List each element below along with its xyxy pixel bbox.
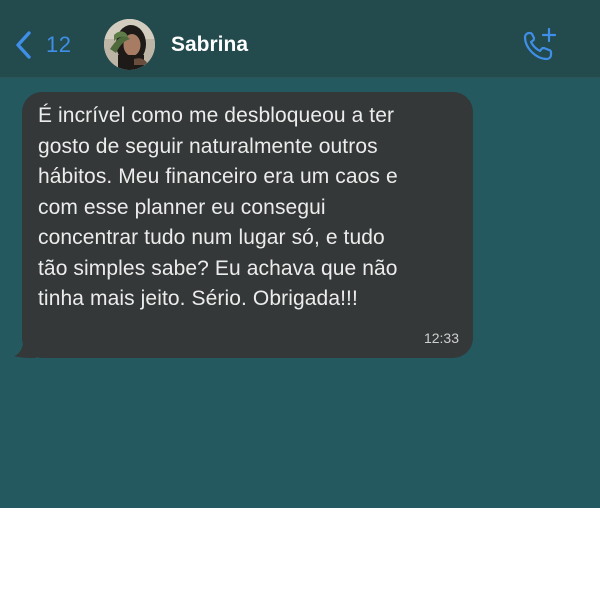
chat-screen: 12 Sabrina É incrível como me desbloqueo… (0, 0, 600, 508)
chevron-left-icon (16, 31, 31, 59)
message-timestamp: 12:33 (423, 330, 459, 346)
chat-header: 12 Sabrina (0, 0, 600, 78)
contact-name[interactable]: Sabrina (171, 33, 248, 57)
message-bubble[interactable]: É incrível como me desbloqueou a ter gos… (22, 92, 473, 358)
unread-count: 12 (46, 32, 72, 57)
phone-add-icon (523, 27, 557, 61)
message-text: É incrível como me desbloqueou a ter gos… (38, 104, 398, 310)
avatar-photo (104, 19, 155, 70)
add-call-button[interactable] (520, 26, 560, 64)
back-button[interactable]: 12 (14, 28, 71, 62)
avatar[interactable] (104, 19, 155, 70)
